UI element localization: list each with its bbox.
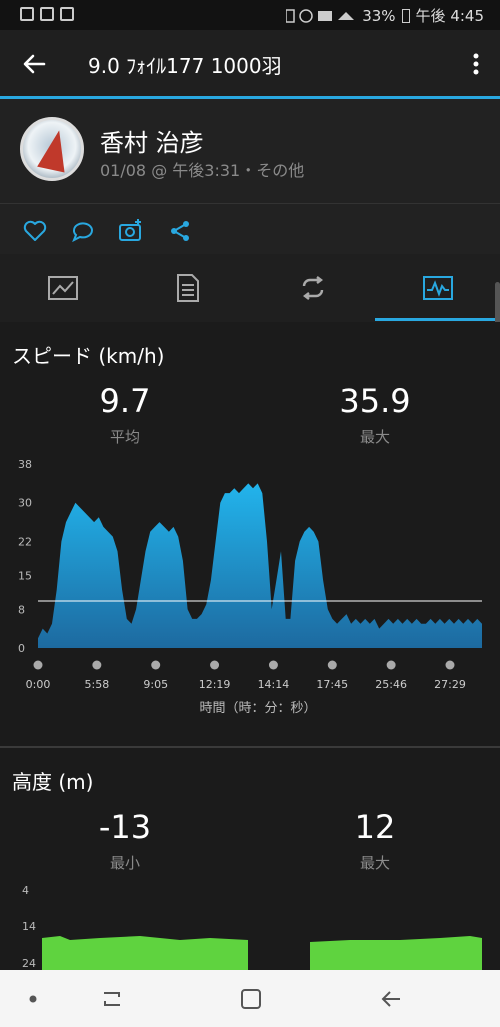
x-tick-marker [327,660,337,670]
altitude-chart[interactable]: 4 14 24 [0,880,500,970]
speed-section: スピード (km/h) 9.7 平均 35.9 最大 0 8 15 22 30 38 0:0… [0,322,500,746]
x-tick-marker [33,660,43,670]
comment-icon[interactable] [70,218,96,244]
activity-tabs [0,254,500,322]
tab-overview[interactable] [0,254,125,322]
connectivity-icons [286,8,355,23]
y-tick-label: 14 [22,920,36,933]
notification-icons [20,7,74,21]
min-altitude-value: -13 [98,808,152,846]
battery-text: 33% [362,6,396,25]
y-tick-label: 24 [22,957,36,970]
x-tick-label: 17:45 [316,678,348,691]
x-tick-label: 0:00 [26,678,51,691]
battery-icon [401,8,410,23]
altitude-area-series [310,936,482,970]
speed-chart[interactable]: 0 8 15 22 30 38 0:00 5:58 9:05 12:19 14:14 17:45 25:… [0,452,500,722]
x-tick-label: 14:14 [258,678,290,691]
profile-header: 香村 治彦 01/08 @ 午後3:31・その他 [0,99,500,203]
x-tick-label: 9:05 [143,678,168,691]
y-tick-label: 0 [18,642,25,655]
y-tick-label: 15 [18,569,32,582]
x-tick-label: 12:19 [199,678,231,691]
x-tick-marker [210,660,220,670]
y-tick-label: 38 [18,458,32,471]
add-photo-icon[interactable] [118,218,144,244]
y-tick-label: 4 [22,884,29,897]
action-bar [0,204,500,254]
speed-title: スピード (km/h) [12,344,165,368]
like-heart-icon[interactable] [22,218,48,244]
max-altitude-label: 最大 [359,854,390,872]
tab-laps[interactable] [250,254,375,322]
y-tick-label: 22 [18,535,32,548]
gallery-icon [20,7,34,21]
avatar[interactable] [20,117,84,181]
tab-details[interactable] [125,254,250,322]
x-tick-marker [445,660,455,670]
max-speed-value: 35.9 [339,382,411,420]
system-nav-bar [0,970,500,1027]
altitude-area-series [42,936,248,970]
x-tick-marker [92,660,102,670]
back-nav-icon[interactable] [376,984,406,1014]
x-tick-label: 27:29 [434,678,466,691]
altitude-title: 高度 (m) [12,770,94,794]
details-list-icon [176,274,199,302]
activity-title: 9.0 ﾌｫｲﾙ177 1000羽 [88,54,282,78]
user-name[interactable]: 香村 治彦 [100,123,204,158]
tab-selected-indicator [375,318,500,321]
x-axis-label: 時間（時：分：秒） [199,701,316,716]
home-button-icon[interactable] [236,984,266,1014]
avg-speed-value: 9.7 [99,382,151,420]
settings-notification-icon [60,7,74,21]
speed-area-series [38,483,482,648]
clock: 午後 4:45 [415,7,484,25]
min-altitude-label: 最小 [109,854,140,872]
activity-meta: 01/08 @ 午後3:31・その他 [100,161,305,180]
status-bar: 33% 午後 4:45 [0,0,500,30]
avg-speed-label: 平均 [109,428,140,446]
laps-loop-icon [302,276,323,300]
share-icon[interactable] [168,218,194,244]
y-tick-label: 8 [18,603,25,616]
recent-apps-icon[interactable] [97,984,127,1014]
charts-icon [422,276,453,300]
more-options-icon[interactable] [466,48,486,80]
tab-charts[interactable] [375,254,500,322]
back-arrow-icon[interactable] [18,48,50,80]
altitude-section: 高度 (m) -13 最小 12 最大 4 14 24 [0,748,500,970]
x-tick-marker [268,660,278,670]
x-tick-marker [386,660,396,670]
y-tick-label: 30 [18,497,32,510]
overview-image-icon [47,276,78,300]
max-altitude-value: 12 [354,808,396,846]
x-tick-marker [151,660,161,670]
x-tick-label: 5:58 [85,678,110,691]
map-icon [40,7,54,21]
dot-indicator-icon [29,995,37,1003]
app-toolbar: 9.0 ﾌｫｲﾙ177 1000羽 [0,30,500,96]
max-speed-label: 最大 [359,428,390,446]
x-tick-label: 25:46 [375,678,407,691]
